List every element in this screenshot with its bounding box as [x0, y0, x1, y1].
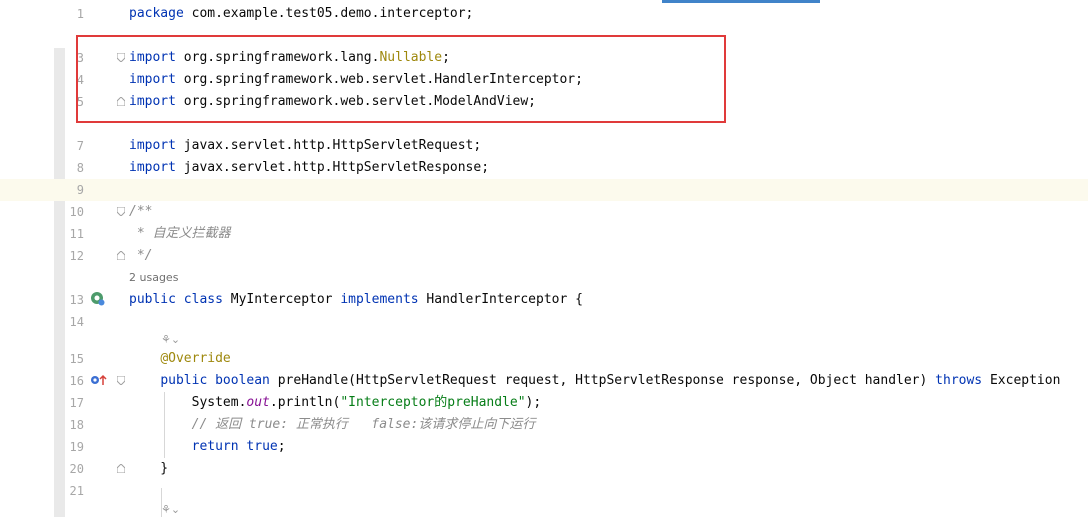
fold-marker-icon[interactable]	[117, 207, 125, 216]
code-text: public class MyInterceptor implements Ha…	[129, 292, 583, 307]
code-text: import javax.servlet.http.HttpServletReq…	[129, 138, 482, 153]
line-number: 21	[69, 484, 84, 498]
fold-marker-icon[interactable]	[117, 376, 125, 385]
usages-inlay[interactable]: 2 usages	[129, 267, 178, 289]
code-line[interactable]: 16 public boolean preHandle(HttpServletR…	[0, 370, 1088, 392]
inlay-hint-icon[interactable]: ⚘⌄	[161, 333, 180, 347]
import-highlight-box	[76, 35, 726, 123]
code-line[interactable]: 7 import javax.servlet.http.HttpServletRe…	[0, 135, 1088, 157]
code-line[interactable]: 21	[0, 480, 1088, 502]
code-line[interactable]: 15 @Override	[0, 348, 1088, 370]
code-text: return true;	[191, 439, 286, 454]
line-number: 7	[76, 139, 84, 153]
line-number: 18	[69, 418, 84, 432]
line-number: 10	[69, 205, 84, 219]
fold-marker-icon[interactable]	[117, 97, 125, 106]
code-text: // 返回 true: 正常执行 false:该请求停止向下运行	[191, 417, 536, 432]
code-text: * 自定义拦截器	[129, 226, 231, 241]
code-line[interactable]: 1 package com.example.test05.demo.interce…	[0, 3, 1088, 25]
fold-marker-icon[interactable]	[117, 464, 125, 473]
line-number: 14	[69, 315, 84, 329]
code-text: System.out.println("Interceptor的preHandl…	[129, 395, 542, 410]
fold-marker-icon[interactable]	[117, 251, 125, 260]
line-number: 20	[69, 462, 84, 476]
line-number: 8	[76, 161, 84, 175]
code-line[interactable]: 10 /**	[0, 201, 1088, 223]
line-number: 9	[76, 183, 84, 197]
line-number: 19	[69, 440, 84, 454]
code-line[interactable]: 13 public class MyInterceptor implements …	[0, 289, 1088, 311]
code-text: public boolean preHandle(HttpServletRequ…	[160, 373, 1061, 388]
code-text: }	[129, 461, 169, 476]
line-number: 12	[69, 249, 84, 263]
fold-marker-icon[interactable]	[117, 53, 125, 62]
code-line[interactable]: 20 }	[0, 458, 1088, 480]
line-number: 15	[69, 352, 84, 366]
line-number: 13	[69, 293, 84, 307]
implementation-icon[interactable]	[90, 291, 106, 307]
code-text: package com.example.test05.demo.intercep…	[129, 6, 474, 21]
line-number: 11	[69, 227, 84, 241]
code-line[interactable]: 12 */	[0, 245, 1088, 267]
code-line[interactable]: 11 * 自定义拦截器	[0, 223, 1088, 245]
code-text: import javax.servlet.http.HttpServletRes…	[129, 160, 490, 175]
code-text: */	[129, 248, 153, 263]
override-up-arrow-icon[interactable]	[90, 373, 108, 387]
code-text: @Override	[160, 351, 231, 366]
indent-guide	[164, 392, 165, 458]
line-number: 16	[69, 374, 84, 388]
code-line[interactable]: 8 import javax.servlet.http.HttpServletRe…	[0, 157, 1088, 179]
code-line[interactable]: 14	[0, 311, 1088, 333]
inlay-hint-icon[interactable]: ⚘⌄	[161, 503, 180, 517]
code-line[interactable]: 9	[0, 179, 1088, 201]
line-number: 1	[76, 7, 84, 21]
line-number: 17	[69, 396, 84, 410]
code-text: /**	[129, 204, 153, 219]
